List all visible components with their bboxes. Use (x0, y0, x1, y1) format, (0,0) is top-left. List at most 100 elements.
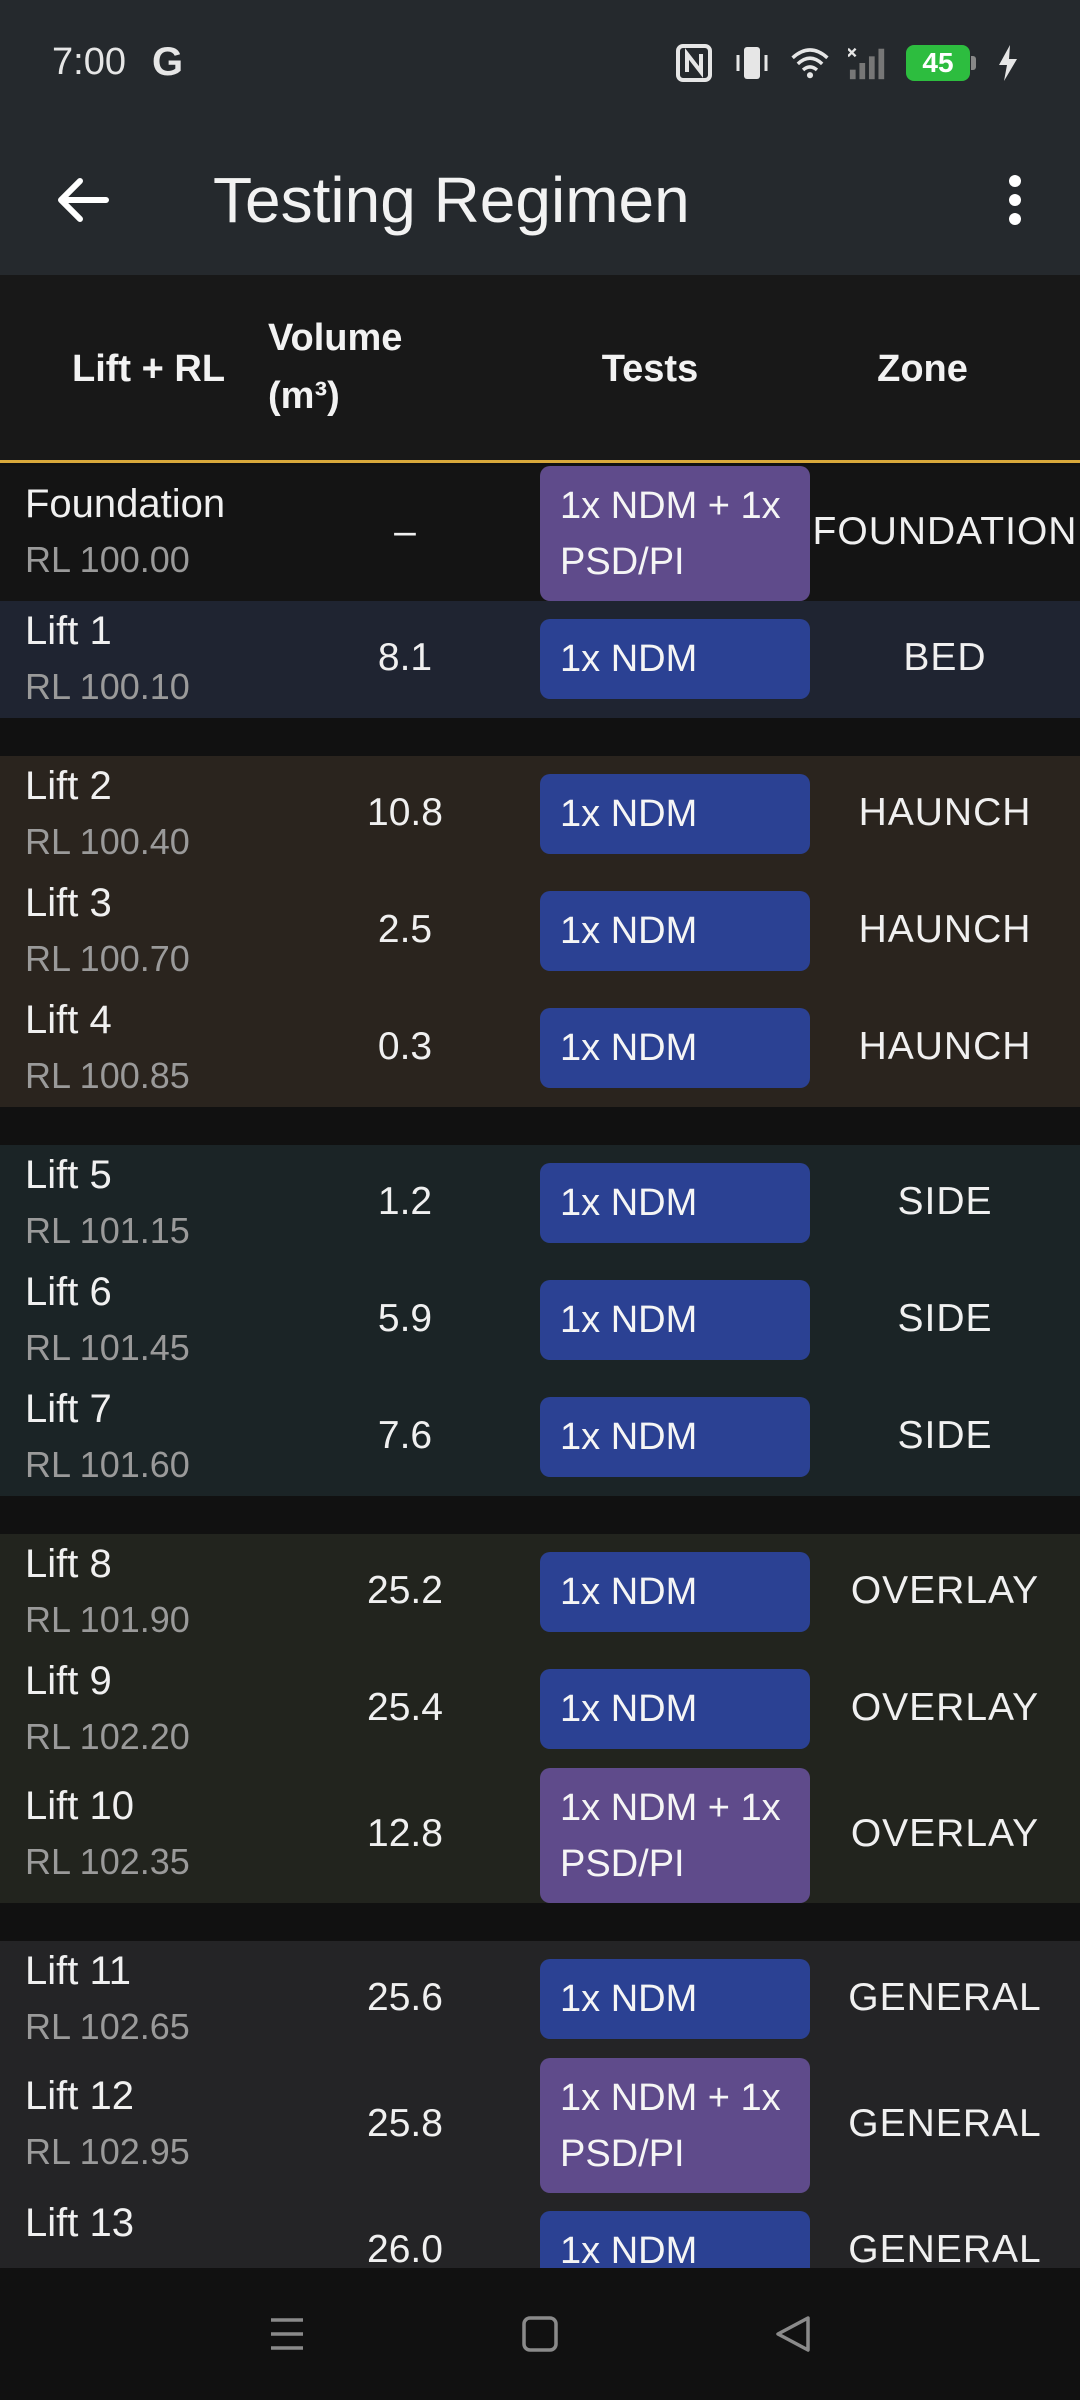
lift-rl: RL 101.15 (25, 1210, 190, 1251)
screen: 7:00 G 45 Testing Regimen Lift + RL Volu… (0, 0, 1080, 2400)
lift-name: Lift 3 (25, 881, 112, 925)
table-row[interactable]: Lift 10 RL 102.35 12.8 1x NDM + 1x PSD/PI OV… (0, 1768, 1080, 1903)
back-button[interactable] (0, 125, 168, 275)
lift-rl: RL 102.95 (25, 2131, 190, 2172)
volume-cell: 1.2 (377, 1179, 433, 1223)
volume-cell: 2.5 (377, 907, 433, 951)
lift-name: Lift 11 (25, 1949, 131, 1993)
lift-rl: RL 101.90 (25, 1599, 190, 1640)
test-chip-ndm-psd[interactable]: 1x NDM + 1x PSD/PI (540, 1768, 810, 1903)
test-chip-ndm[interactable]: 1x NDM (540, 1008, 810, 1088)
test-chip-ndm[interactable]: 1x NDM (540, 1552, 810, 1632)
lift-name: Lift 9 (25, 1659, 112, 1703)
lift-cell: Lift 9 RL 102.20 (25, 1653, 190, 1765)
lift-name: Lift 12 (25, 2074, 134, 2118)
test-chip-ndm[interactable]: 1x NDM (540, 1959, 810, 2039)
lift-cell: Lift 11 RL 102.65 (25, 1943, 190, 2055)
table-row[interactable]: Lift 8 RL 101.90 25.2 1x NDM OVERLAY (0, 1534, 1080, 1651)
volume-cell: 12.8 (367, 1811, 443, 1855)
lift-name: Lift 2 (25, 764, 112, 808)
lift-name: Lift 6 (25, 1270, 112, 1314)
status-icons: 45 (674, 43, 1028, 83)
test-chip-ndm[interactable]: 1x NDM (540, 891, 810, 971)
lift-rl: RL 101.45 (25, 1327, 190, 1368)
recents-button[interactable] (242, 2289, 332, 2379)
table-row[interactable]: Lift 2 RL 100.40 10.8 1x NDM HAUNCH (0, 756, 1080, 873)
zone-cell: GENERAL (848, 2227, 1042, 2271)
test-chip-ndm-psd[interactable]: 1x NDM + 1x PSD/PI (540, 2058, 810, 2193)
header-volume: Volume (m³) (268, 309, 448, 425)
zone-cell: SIDE (897, 1296, 993, 1340)
lift-rl: RL 100.40 (25, 821, 190, 862)
zone-cell: HAUNCH (858, 907, 1032, 951)
home-button[interactable] (495, 2289, 585, 2379)
table-row[interactable]: Lift 9 RL 102.20 25.4 1x NDM OVERLAY (0, 1651, 1080, 1768)
zone-cell: HAUNCH (858, 1024, 1032, 1068)
lift-rl: RL 102.35 (25, 1841, 190, 1882)
lift-cell: Lift 8 RL 101.90 (25, 1536, 190, 1648)
more-options-button[interactable] (950, 125, 1080, 275)
table-row[interactable]: Lift 11 RL 102.65 25.6 1x NDM GENERAL (0, 1941, 1080, 2058)
back-nav-icon (776, 2316, 811, 2352)
volume-cell: 25.8 (367, 2101, 443, 2145)
test-chip-ndm[interactable]: 1x NDM (540, 774, 810, 854)
lift-cell: Lift 6 RL 101.45 (25, 1264, 190, 1376)
table-row[interactable]: Lift 12 RL 102.95 25.8 1x NDM + 1x PSD/PI GE… (0, 2058, 1080, 2193)
volume-cell: 5.9 (377, 1296, 433, 1340)
header-lift: Lift + RL (72, 348, 226, 390)
header-tests: Tests (601, 348, 699, 390)
test-chip-ndm[interactable]: 1x NDM (540, 1163, 810, 1243)
recents-icon (270, 2318, 303, 2350)
lift-cell: Lift 12 RL 102.95 (25, 2068, 190, 2180)
test-chip-ndm[interactable]: 1x NDM (540, 619, 810, 699)
page-title: Testing Regimen (213, 164, 690, 236)
header-volume-line1: Volume (268, 317, 403, 359)
lift-name: Lift 5 (25, 1153, 112, 1197)
battery-indicator: 45 (906, 44, 976, 81)
lift-rl: RL 100.70 (25, 938, 190, 979)
header-zone: Zone (877, 348, 968, 390)
test-chip-ndm[interactable]: 1x NDM (540, 1669, 810, 1749)
zone-cell: GENERAL (848, 1975, 1042, 2019)
lift-name: Lift 1 (25, 609, 112, 653)
lift-cell: Lift 3 RL 100.70 (25, 875, 190, 987)
app-bar: Testing Regimen (0, 125, 1080, 275)
status-bar: 7:00 G 45 (0, 0, 1080, 125)
lift-name: Lift 7 (25, 1387, 112, 1431)
zone-cell: SIDE (897, 1413, 993, 1457)
volume-cell: 26.0 (367, 2227, 443, 2271)
lift-cell: Lift 2 RL 100.40 (25, 758, 190, 870)
table-row[interactable]: Lift 7 RL 101.60 7.6 1x NDM SIDE (0, 1379, 1080, 1496)
back-nav-button[interactable] (748, 2289, 838, 2379)
group-separator (0, 1496, 1080, 1534)
lift-rl: RL 101.60 (25, 1444, 190, 1485)
navigation-bar (0, 2268, 1080, 2400)
test-chip-ndm-psd[interactable]: 1x NDM + 1x PSD/PI (540, 466, 810, 601)
lift-name: Lift 8 (25, 1542, 112, 1586)
lift-cell: Foundation RL 100.00 (25, 476, 225, 588)
lift-name: Lift 4 (25, 998, 112, 1042)
test-chip-ndm[interactable]: 1x NDM (540, 1397, 810, 1477)
table-row[interactable]: Lift 5 RL 101.15 1.2 1x NDM SIDE (0, 1145, 1080, 1262)
zone-cell: HAUNCH (858, 790, 1032, 834)
table-row[interactable]: Lift 1 RL 100.10 8.1 1x NDM BED (0, 601, 1080, 718)
lift-cell: Lift 13 (25, 2195, 134, 2251)
lift-cell: Lift 4 RL 100.85 (25, 992, 190, 1104)
zone-cell: GENERAL (848, 2101, 1042, 2145)
header-volume-line2: (m³) (268, 375, 340, 417)
table-row[interactable]: Lift 3 RL 100.70 2.5 1x NDM HAUNCH (0, 873, 1080, 990)
volume-cell: 25.6 (367, 1975, 443, 2019)
home-icon (522, 2316, 558, 2352)
table-body: Foundation RL 100.00–1x NDM + 1x PSD/PI FO… (0, 466, 1080, 2310)
volume-cell: 25.2 (367, 1568, 443, 1612)
test-chip-ndm[interactable]: 1x NDM (540, 1280, 810, 1360)
table-row[interactable]: Foundation RL 100.00 – 1x NDM + 1x PSD/PI FO… (0, 466, 1080, 601)
lift-cell: Lift 1 RL 100.10 (25, 603, 190, 715)
volume-cell: – (394, 509, 416, 553)
table-row[interactable]: Lift 4 RL 100.85 0.3 1x NDM HAUNCH (0, 990, 1080, 1107)
table-row[interactable]: Lift 6 RL 101.45 5.9 1x NDM SIDE (0, 1262, 1080, 1379)
wifi-icon (790, 43, 830, 83)
arrow-back-icon (58, 178, 109, 222)
lift-cell: Lift 5 RL 101.15 (25, 1147, 190, 1259)
zone-cell: BED (903, 635, 987, 679)
